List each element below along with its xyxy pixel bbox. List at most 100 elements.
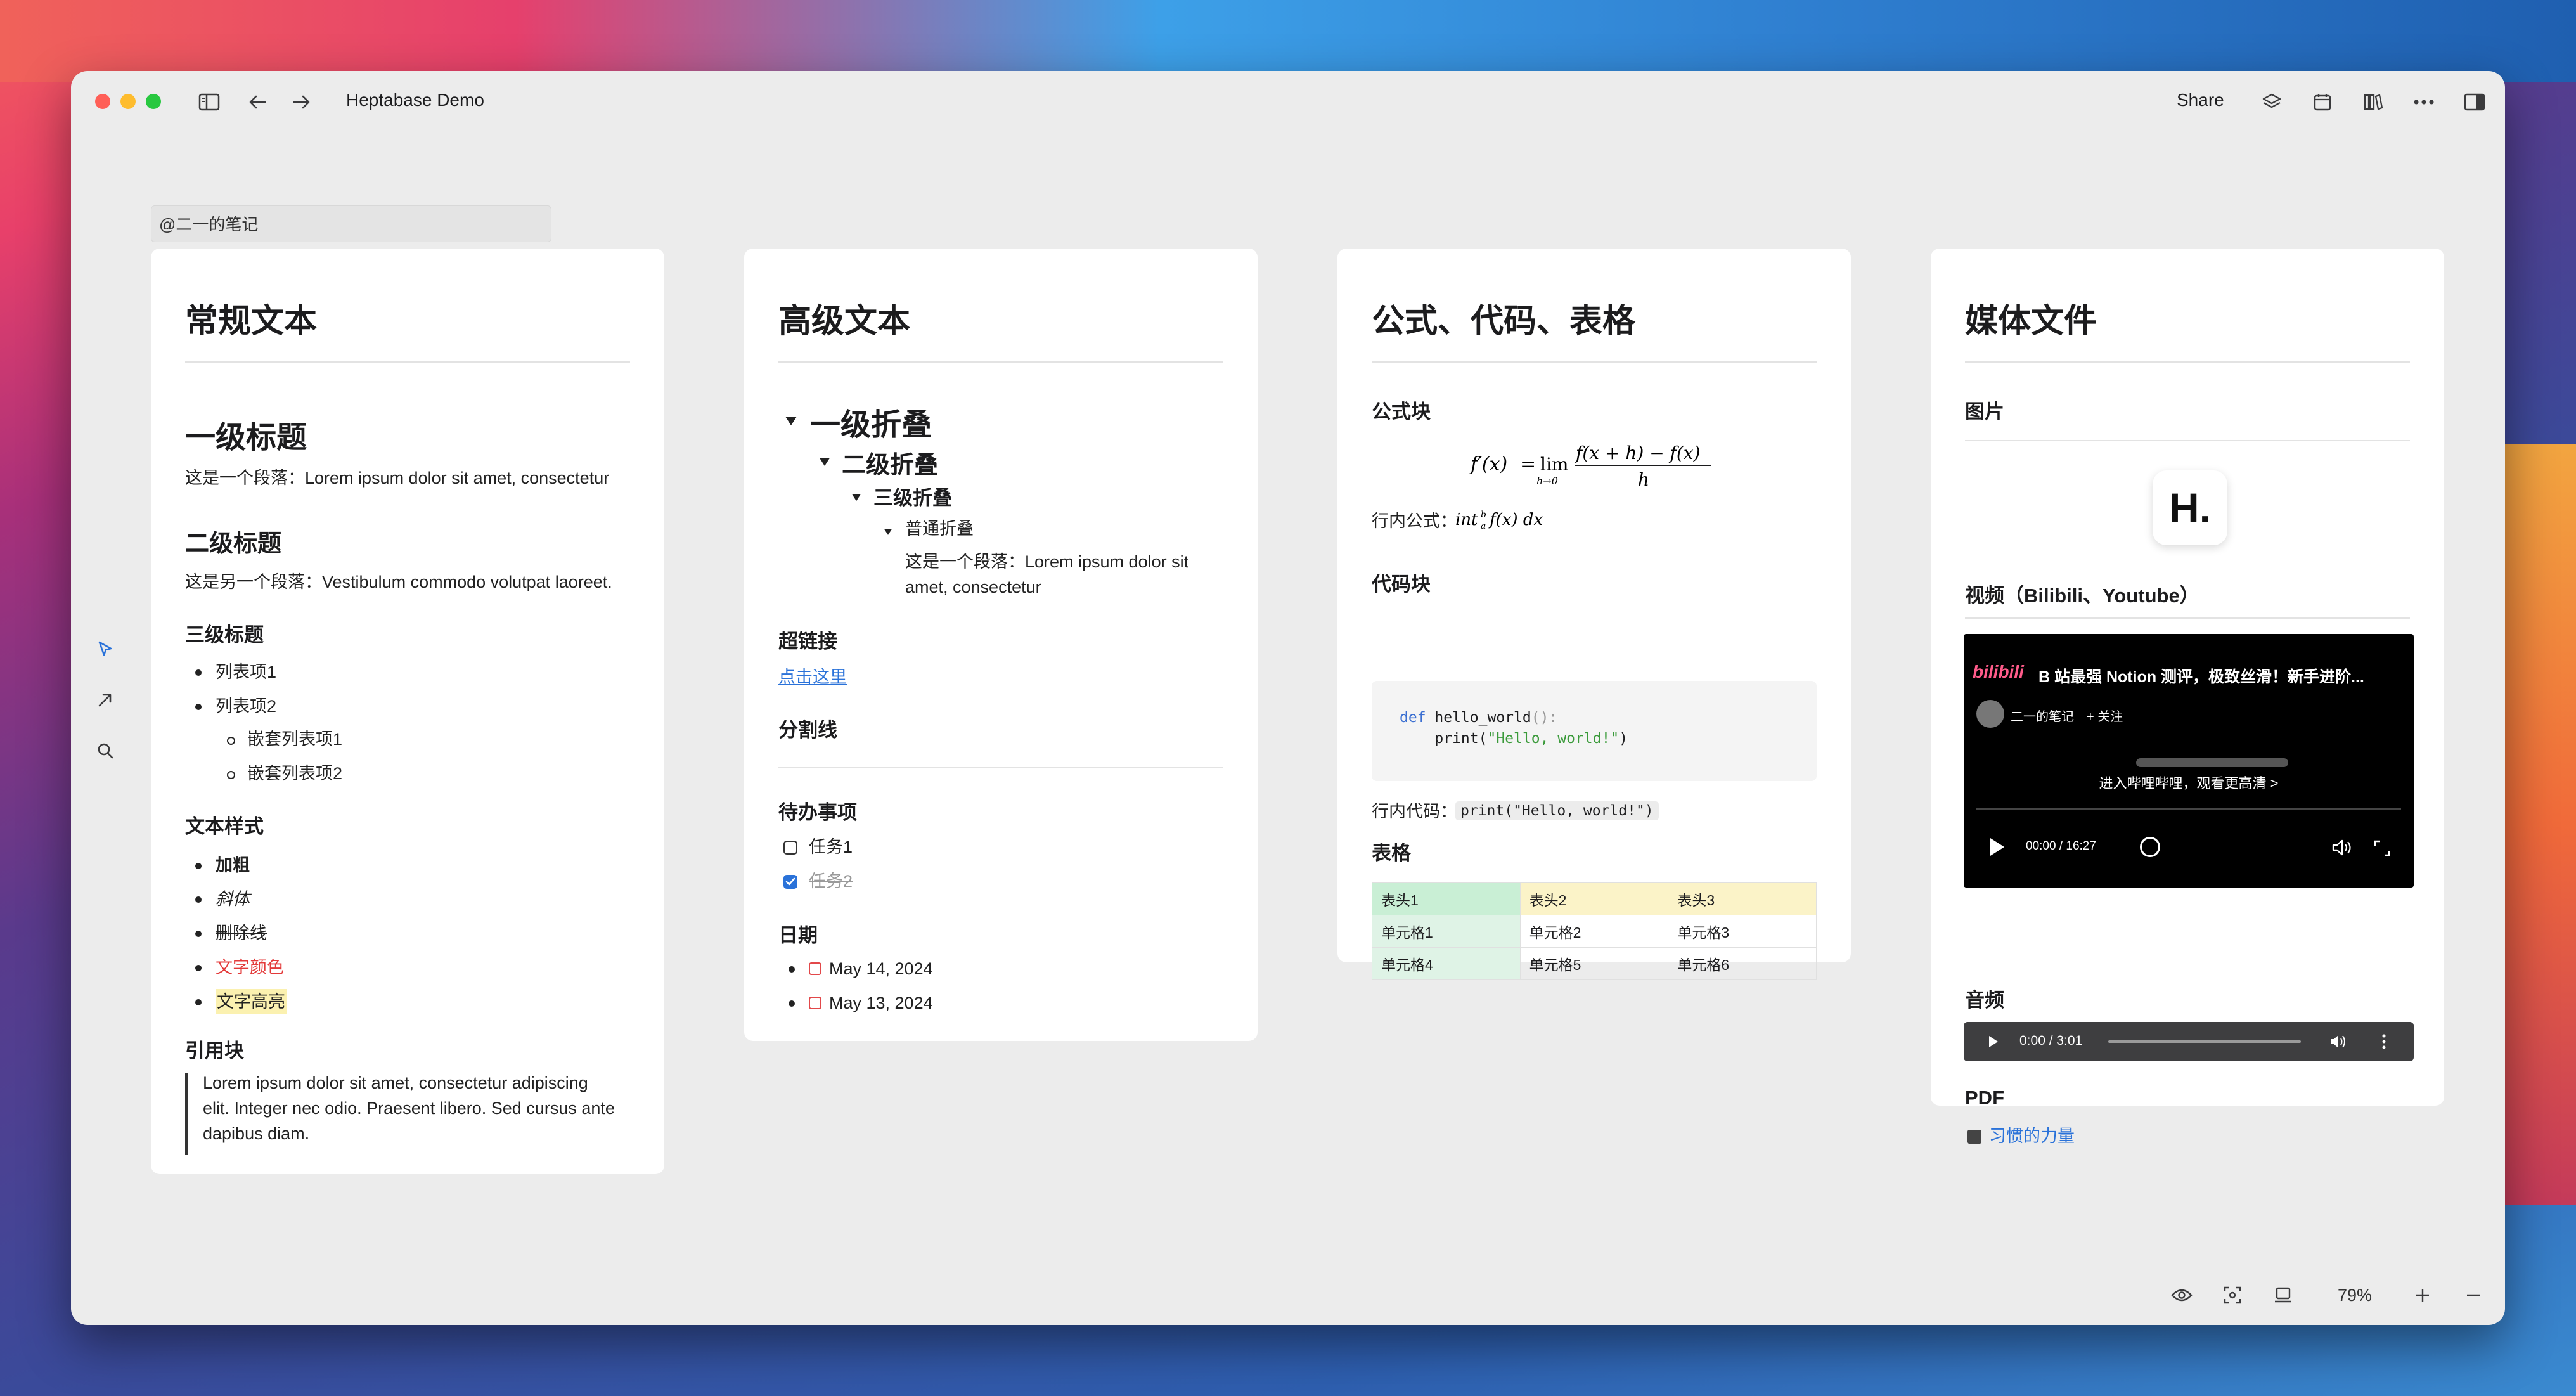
sidebar-toggle-icon[interactable] bbox=[195, 89, 223, 115]
app-window: Heptabase Demo Share @二一的笔记 常规文本 一级标题 这是… bbox=[71, 71, 2505, 1325]
svg-text:=: = bbox=[1520, 453, 1536, 475]
channel-name[interactable]: 二一的笔记 bbox=[2011, 706, 2074, 725]
volume-icon[interactable] bbox=[2329, 1033, 2348, 1054]
play-icon[interactable] bbox=[1990, 838, 2004, 856]
pdf-link[interactable]: 习惯的力量 bbox=[1989, 1123, 2075, 1149]
zoom-out-icon[interactable] bbox=[2459, 1279, 2487, 1311]
video-seek-bar[interactable] bbox=[1976, 808, 2401, 810]
card-media-files[interactable]: 媒体文件 图片 H. 视频（Bilibili、Youtube） bilibili… bbox=[1931, 249, 2444, 1146]
eye-icon[interactable] bbox=[2168, 1279, 2196, 1311]
card-regular-text[interactable]: 常规文本 一级标题 这是一个段落：Lorem ipsum dolor sit a… bbox=[151, 249, 664, 1174]
table-header-cell[interactable]: 表头2 bbox=[1519, 882, 1669, 915]
table-cell[interactable]: 单元格2 bbox=[1519, 915, 1669, 948]
fullscreen-icon[interactable] bbox=[2373, 839, 2391, 860]
bullet bbox=[195, 863, 202, 869]
table-cell[interactable]: 单元格3 bbox=[1668, 915, 1817, 948]
divider bbox=[1965, 440, 2410, 441]
audio-seek-bar[interactable] bbox=[2108, 1040, 2301, 1043]
library-icon[interactable] bbox=[2360, 89, 2386, 115]
card-title: 公式、代码、表格 bbox=[1372, 303, 1636, 340]
video-title[interactable]: B 站最强 Notion 测评，极致丝滑！新手进阶... bbox=[2038, 664, 2406, 687]
layers-icon[interactable] bbox=[2259, 89, 2284, 115]
collapse-toggle-icon[interactable] bbox=[884, 529, 892, 535]
follow-button[interactable]: + 关注 bbox=[2087, 706, 2123, 725]
svg-text:f(x) dx: f(x) dx bbox=[1488, 510, 1543, 529]
share-button[interactable]: Share bbox=[2177, 90, 2224, 110]
highlighted-text: 文字高亮 bbox=[216, 989, 287, 1014]
table-cell[interactable]: 单元格6 bbox=[1668, 947, 1817, 980]
zoom-level[interactable]: 79% bbox=[2326, 1279, 2383, 1311]
open-bilibili-link[interactable]: 进入哔哩哔哩，观看更高清 > bbox=[1964, 772, 2414, 792]
code-text: hello_world bbox=[1426, 709, 1531, 726]
table-header-cell[interactable]: 表头1 bbox=[1372, 882, 1521, 915]
fit-screen-icon[interactable] bbox=[2269, 1279, 2297, 1311]
channel-avatar[interactable] bbox=[1976, 700, 2004, 728]
date-text[interactable]: May 14, 2024 bbox=[829, 959, 933, 978]
collapse-toggle-icon[interactable] bbox=[852, 494, 861, 501]
todo-checkbox-checked[interactable] bbox=[783, 875, 797, 889]
danmaku-icon[interactable] bbox=[2140, 837, 2160, 857]
bullet bbox=[195, 669, 202, 676]
focus-icon[interactable] bbox=[2219, 1279, 2246, 1311]
divider bbox=[1965, 617, 2410, 619]
draw-arrow-icon[interactable] bbox=[91, 686, 119, 714]
divider bbox=[778, 767, 1223, 768]
maximize-window-button[interactable] bbox=[146, 94, 161, 109]
todo-checkbox[interactable] bbox=[783, 841, 797, 855]
strikethrough-text: 删除线 bbox=[216, 924, 267, 943]
collapse-toggle-icon[interactable] bbox=[785, 417, 797, 425]
calendar-icon[interactable] bbox=[2310, 89, 2335, 115]
forward-arrow-icon[interactable] bbox=[289, 89, 314, 115]
italic-text: 斜体 bbox=[216, 889, 250, 908]
bilibili-video-player[interactable]: bilibili B 站最强 Notion 测评，极致丝滑！新手进阶... 二一… bbox=[1964, 634, 2414, 888]
paragraph: 这是一个段落：Lorem ipsum dolor sit amet, conse… bbox=[905, 552, 1189, 597]
right-panel-icon[interactable] bbox=[2462, 89, 2487, 115]
title-bar: Heptabase Demo Share bbox=[71, 71, 2505, 134]
search-icon[interactable] bbox=[91, 737, 119, 765]
blockquote: Lorem ipsum dolor sit amet, consectetur … bbox=[203, 1073, 615, 1143]
mention-tag[interactable]: @二一的笔记 bbox=[151, 205, 551, 242]
minimize-window-button[interactable] bbox=[120, 94, 136, 109]
table-cell[interactable]: 单元格4 bbox=[1372, 947, 1521, 980]
table-cell[interactable]: 单元格5 bbox=[1519, 947, 1669, 980]
more-icon[interactable] bbox=[2411, 89, 2437, 115]
bullet bbox=[195, 999, 202, 1005]
table-header-cell[interactable]: 表头3 bbox=[1668, 882, 1817, 915]
audio-player[interactable]: 0:00 / 3:01 bbox=[1964, 1022, 2414, 1061]
code-keyword: def bbox=[1400, 709, 1426, 726]
bilibili-logo: bilibili bbox=[1973, 662, 2024, 682]
nested-bullet bbox=[227, 771, 235, 779]
select-cursor-icon[interactable] bbox=[91, 635, 119, 663]
card-formula-code-table[interactable]: 公式、代码、表格 公式块 f′(x) = lim h→0 f(x + h) − … bbox=[1337, 249, 1851, 980]
inline-math: int b a f(x) dx bbox=[1455, 502, 1582, 534]
list-item: 列表项2 bbox=[216, 697, 277, 716]
svg-text:lim: lim bbox=[1540, 454, 1568, 475]
zoom-in-icon[interactable] bbox=[2409, 1279, 2437, 1311]
card-advanced-text[interactable]: 高级文本 一级折叠 二级折叠 三级折叠 普通折叠 这是一个段落：Lorem ip… bbox=[744, 249, 1258, 1041]
svg-text:f(x + h) − f(x): f(x + h) − f(x) bbox=[1575, 443, 1701, 463]
code-block[interactable]: def hello_world(): print("Hello, world!"… bbox=[1372, 681, 1817, 781]
svg-text:h: h bbox=[1638, 469, 1649, 490]
volume-icon[interactable] bbox=[2331, 838, 2353, 860]
table-row: 单元格4 单元格5 单元格6 bbox=[1372, 947, 1817, 980]
heading-3: 图片 bbox=[1965, 401, 2004, 423]
svg-text:a: a bbox=[1481, 521, 1486, 531]
heptabase-logo-image[interactable]: H. bbox=[2153, 470, 2227, 545]
paragraph: 这是一个段落：Lorem ipsum dolor sit amet, conse… bbox=[185, 469, 610, 488]
heading-3: 分割线 bbox=[778, 719, 837, 741]
play-icon[interactable] bbox=[1989, 1036, 1998, 1047]
table-row: 单元格1 单元格2 单元格3 bbox=[1372, 915, 1817, 948]
date-text[interactable]: May 13, 2024 bbox=[829, 993, 933, 1012]
table-cell[interactable]: 单元格1 bbox=[1372, 915, 1521, 948]
nested-bullet bbox=[227, 737, 235, 745]
back-arrow-icon[interactable] bbox=[245, 89, 270, 115]
heading-3: 超链接 bbox=[778, 630, 837, 652]
collapse-toggle-icon[interactable] bbox=[820, 458, 830, 466]
hyperlink[interactable]: 点击这里 bbox=[778, 664, 847, 690]
card-title: 媒体文件 bbox=[1965, 303, 2097, 340]
card-title: 常规文本 bbox=[185, 303, 318, 340]
data-table[interactable]: 表头1 表头2 表头3 单元格1 单元格2 单元格3 单元格4 单元格5 单元格… bbox=[1372, 882, 1817, 980]
close-window-button[interactable] bbox=[95, 94, 110, 109]
more-options-icon[interactable] bbox=[2381, 1033, 2387, 1053]
heading-3: PDF bbox=[1965, 1087, 2004, 1109]
